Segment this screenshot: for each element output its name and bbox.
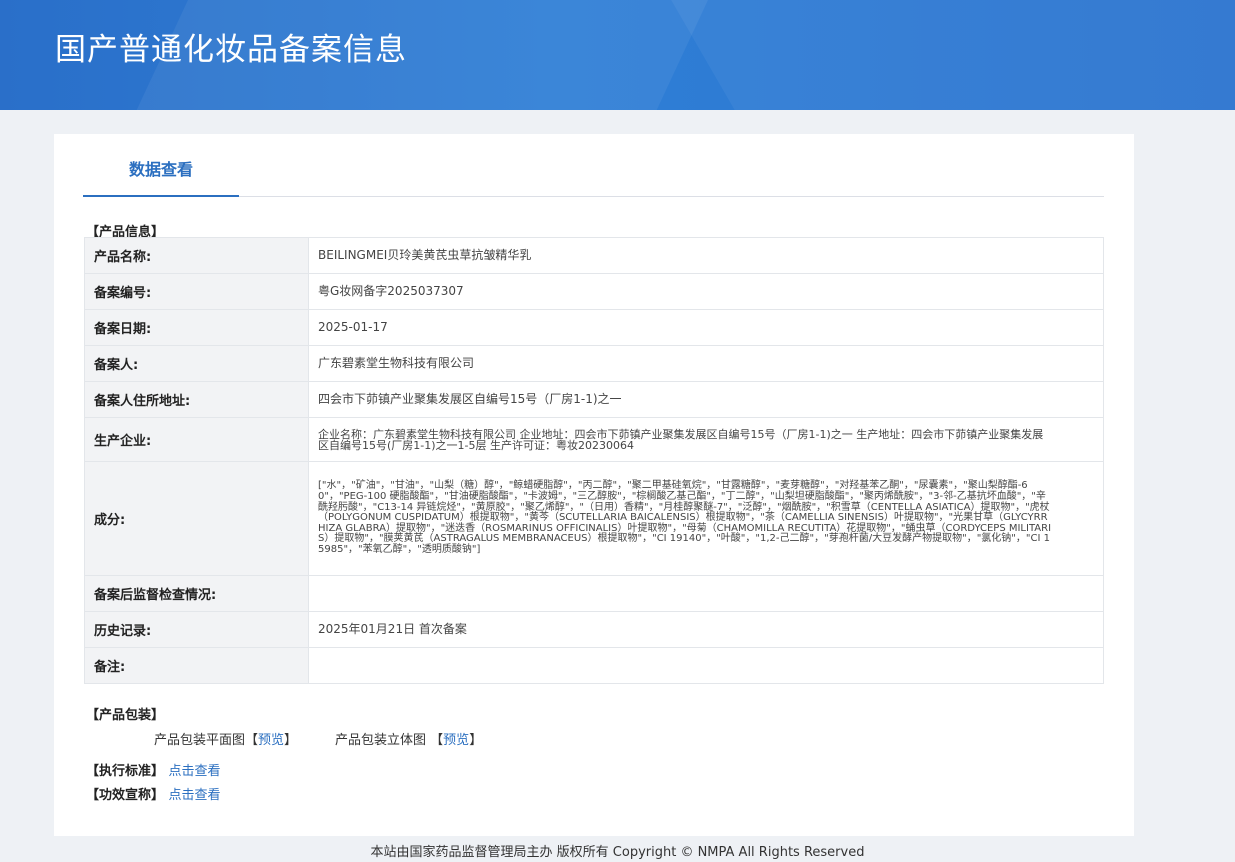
row-key: 历史记录: xyxy=(84,611,309,648)
row-key: 产品名称: xyxy=(84,237,309,274)
row-value xyxy=(308,575,1104,612)
row-value: 企业名称：广东碧素堂生物科技有限公司 企业地址：四会市下茆镇产业聚集发展区自编号… xyxy=(308,417,1104,462)
table-row: 备案人: 广东碧素堂生物科技有限公司 xyxy=(84,345,1104,382)
row-value: 广东碧素堂生物科技有限公司 xyxy=(308,345,1104,382)
standard-row: 【执行标准】 点击查看 xyxy=(86,760,221,779)
row-value: 四会市下茆镇产业聚集发展区自编号15号（厂房1-1)之一 xyxy=(308,381,1104,418)
row-key: 生产企业: xyxy=(84,417,309,462)
efficacy-view-link[interactable]: 点击查看 xyxy=(169,788,221,803)
table-row: 产品名称: BEILINGMEI贝玲美黄芪虫草抗皱精华乳 xyxy=(84,237,1104,274)
table-row: 备案后监督检查情况: xyxy=(84,575,1104,612)
table-row: 生产企业: 企业名称：广东碧素堂生物科技有限公司 企业地址：四会市下茆镇产业聚集… xyxy=(84,417,1104,462)
row-value: 粤G妆网备字2025037307 xyxy=(308,273,1104,310)
table-row: 备案人住所地址: 四会市下茆镇产业聚集发展区自编号15号（厂房1-1)之一 xyxy=(84,381,1104,418)
row-key: 备案后监督检查情况: xyxy=(84,575,309,612)
efficacy-label: 【功效宣称】 xyxy=(86,788,165,803)
row-value xyxy=(308,647,1104,684)
table-row: 备注: xyxy=(84,647,1104,684)
table-row: 备案日期: 2025-01-17 xyxy=(84,309,1104,346)
efficacy-row: 【功效宣称】 点击查看 xyxy=(86,784,221,803)
standard-view-link[interactable]: 点击查看 xyxy=(169,764,221,779)
ingredients-value: ["水"，"矿油"，"甘油"，"山梨（糖）醇"，"鲸蜡硬脂醇"，"丙二醇"，"聚… xyxy=(308,461,1104,576)
row-value: BEILINGMEI贝玲美黄芪虫草抗皱精华乳 xyxy=(308,237,1104,274)
table-row: 历史记录: 2025年01月21日 首次备案 xyxy=(84,611,1104,648)
package-section-label: 【产品包装】 xyxy=(86,708,165,723)
standard-label: 【执行标准】 xyxy=(86,764,165,779)
tab-bar: 数据查看 xyxy=(83,158,1104,197)
package-solid-preview-link[interactable]: 预览 xyxy=(443,733,469,748)
package-flat-label: 产品包装平面图 xyxy=(154,733,246,748)
product-info-table: 产品名称: BEILINGMEI贝玲美黄芪虫草抗皱精华乳 备案编号: 粤G妆网备… xyxy=(84,237,1104,684)
bracket-close: 】 xyxy=(284,733,298,748)
package-solid-item: 产品包装立体图 【预览】 xyxy=(335,729,482,748)
row-value: 2025-01-17 xyxy=(308,309,1104,346)
table-row: 成分: ["水"，"矿油"，"甘油"，"山梨（糖）醇"，"鲸蜡硬脂醇"，"丙二醇… xyxy=(84,461,1104,576)
footer-copyright: 本站由国家药品监督管理局主办 版权所有 Copyright © NMPA All… xyxy=(370,845,865,860)
tab-data-view[interactable]: 数据查看 xyxy=(83,158,239,197)
row-key: 备注: xyxy=(84,647,309,684)
content-panel: 数据查看 【产品信息】 产品名称: BEILINGMEI贝玲美黄芪虫草抗皱精华乳… xyxy=(54,134,1134,836)
package-flat-preview-link[interactable]: 预览 xyxy=(258,733,284,748)
row-value: 2025年01月21日 首次备案 xyxy=(308,611,1104,648)
row-key: 备案人住所地址: xyxy=(84,381,309,418)
bracket-open: 【 xyxy=(245,733,259,748)
row-key: 备案编号: xyxy=(84,273,309,310)
bracket-close: 】 xyxy=(469,733,483,748)
package-flat-item: 产品包装平面图【预览】 xyxy=(154,729,297,748)
package-solid-label: 产品包装立体图 xyxy=(335,733,427,748)
row-key: 备案人: xyxy=(84,345,309,382)
row-key: 成分: xyxy=(84,461,309,576)
page-header: 国产普通化妆品备案信息 xyxy=(0,0,1235,110)
bracket-open: 【 xyxy=(430,733,444,748)
table-row: 备案编号: 粤G妆网备字2025037307 xyxy=(84,273,1104,310)
row-key: 备案日期: xyxy=(84,309,309,346)
site-title: 国产普通化妆品备案信息 xyxy=(55,32,407,68)
